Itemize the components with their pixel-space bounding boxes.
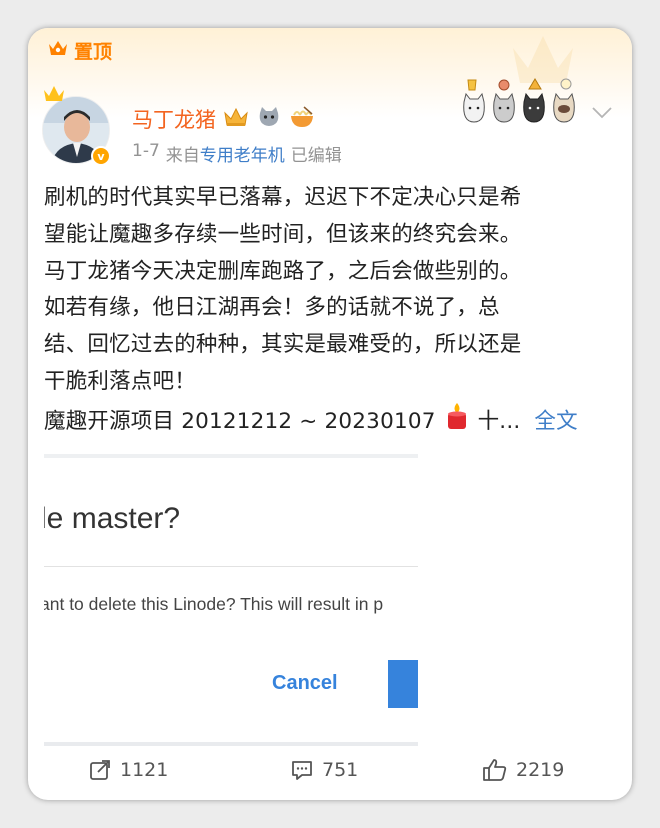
embedded-screenshot[interactable]: de master? ant to delete this Linode? Th… bbox=[44, 454, 418, 746]
candle-icon bbox=[444, 401, 470, 444]
full-text-link[interactable]: 全文 bbox=[534, 404, 577, 441]
share-count: 1121 bbox=[120, 759, 169, 781]
dialog-message: ant to delete this Linode? This will res… bbox=[44, 594, 384, 614]
crown-icon bbox=[44, 86, 64, 101]
source-device-link[interactable]: 专用老年机 bbox=[200, 146, 285, 166]
dialog-delete-button bbox=[388, 660, 418, 708]
comment-button[interactable]: 751 bbox=[290, 758, 358, 782]
text-line: 刷机的时代其实早已落幕，迟迟下不定决心只是希 bbox=[44, 185, 522, 210]
pinned-text: 置顶 bbox=[74, 40, 113, 63]
thumbs-up-icon bbox=[483, 759, 507, 781]
truncated-text: 十... bbox=[477, 408, 521, 434]
chevron-down-icon[interactable] bbox=[591, 106, 613, 120]
weibo-post-card: 置顶 v 马丁龙猪 1-7 来自专用老年机 已编辑 刷机的时代其实早已落幕，迟迟… bbox=[28, 28, 632, 800]
pinned-label: 置顶 bbox=[46, 36, 112, 64]
action-bar: 1121 751 2219 bbox=[28, 758, 632, 794]
dialog-cancel-button: Cancel bbox=[272, 672, 338, 694]
share-button[interactable]: 1121 bbox=[88, 758, 168, 782]
text-line: 结、回忆过去的种种，其实是最难受的，所以还是 bbox=[44, 332, 522, 358]
comment-icon bbox=[292, 761, 312, 780]
verified-badge: v bbox=[91, 146, 111, 166]
cat-stickers-icon[interactable] bbox=[458, 76, 584, 126]
dialog-title: de master? bbox=[44, 502, 181, 535]
share-icon bbox=[90, 760, 110, 780]
comment-count: 751 bbox=[322, 759, 359, 781]
edited-label[interactable]: 已编辑 bbox=[291, 141, 342, 166]
noodle-badge-icon[interactable] bbox=[288, 105, 316, 133]
screenshot-top-edge bbox=[44, 454, 418, 458]
post-date: 1-7 bbox=[132, 141, 160, 161]
dialog-divider bbox=[44, 566, 418, 567]
source-prefix: 来自 bbox=[165, 146, 200, 166]
dates-line: 魔趣开源项目 20121212 ~ 20230107 十... 全文 bbox=[44, 401, 624, 444]
pin-icon bbox=[46, 36, 70, 64]
text-line: 如若有缘，他日江湖再会！多的话就不说了，总 bbox=[44, 295, 500, 321]
screenshot-bottom-edge bbox=[44, 742, 418, 746]
post-text: 刷机的时代其实早已落幕，迟迟下不定决心只是希 望能让魔趣多存续一些时间，但该来的… bbox=[44, 180, 624, 444]
crown-badge-icon[interactable] bbox=[222, 105, 250, 133]
post-meta: 1-7 来自专用老年机 已编辑 bbox=[132, 141, 342, 166]
text-line: 望能让魔趣多存续一些时间，但该来的终究会来。 bbox=[44, 221, 522, 247]
like-count: 2219 bbox=[516, 759, 565, 781]
text-line: 干脆利落点吧！ bbox=[44, 368, 196, 394]
cat-badge-icon[interactable] bbox=[256, 105, 282, 133]
text-line: 马丁龙猪今天决定删库跑路了，之后会做些别的。 bbox=[44, 258, 522, 284]
username[interactable]: 马丁龙猪 bbox=[132, 104, 216, 134]
like-button[interactable]: 2219 bbox=[482, 758, 564, 782]
project-dates: 魔趣开源项目 20121212 ~ 20230107 bbox=[44, 408, 436, 434]
